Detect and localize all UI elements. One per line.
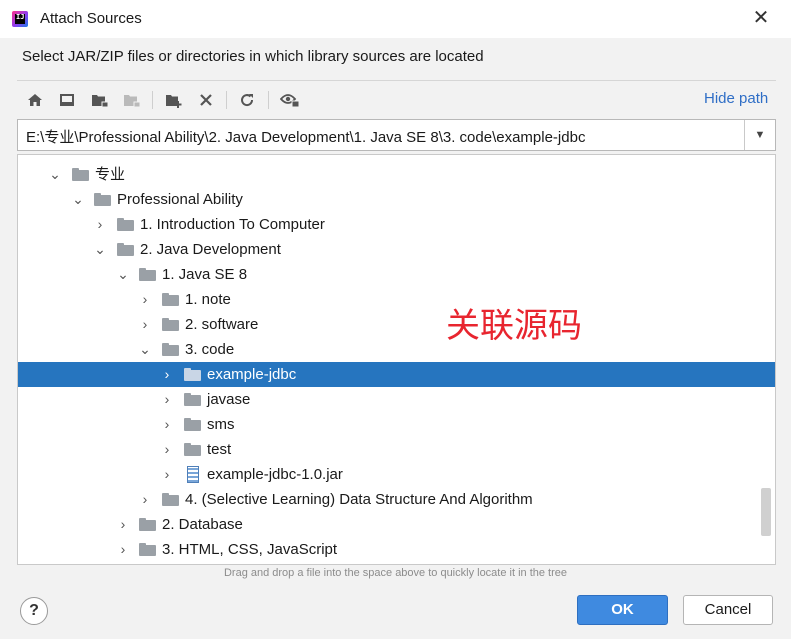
tree-row[interactable]: › 4. (Selective Learning) Data Structure… — [18, 487, 775, 512]
toolbar-divider — [226, 91, 227, 109]
chevron-right-icon[interactable]: › — [137, 487, 153, 512]
tree-row-label: 2. Java Development — [140, 241, 281, 258]
tree-row-label: 专业 — [95, 166, 126, 183]
tree-row-label: 1. Introduction To Computer — [140, 216, 325, 233]
chevron-right-icon[interactable]: › — [159, 437, 175, 462]
folder-icon — [184, 443, 201, 456]
tree-row-label: 3. HTML, CSS, JavaScript — [162, 541, 338, 558]
toolbar-divider — [268, 91, 269, 109]
show-hidden-icon[interactable] — [279, 89, 301, 111]
chevron-down-icon[interactable]: ▼ — [744, 120, 775, 150]
folder-icon — [139, 518, 156, 531]
folder-icon — [162, 318, 179, 331]
refresh-icon[interactable] — [236, 89, 258, 111]
chevron-right-icon[interactable]: › — [115, 537, 131, 562]
project-folder-icon[interactable] — [89, 89, 111, 111]
file-tree[interactable]: ⌄ 专业 ⌄ Professional Ability › 1. Introdu… — [17, 154, 776, 565]
folder-icon — [162, 293, 179, 306]
tree-row-label: 3. code — [185, 341, 235, 358]
new-folder-icon[interactable] — [163, 89, 185, 111]
tree-scroll-edge — [75, 154, 91, 155]
ok-button[interactable]: OK — [577, 595, 668, 625]
folder-icon — [184, 368, 201, 381]
tree-row[interactable]: ⌄ Professional Ability — [18, 187, 775, 212]
hide-path-link[interactable]: Hide path — [704, 90, 768, 107]
chevron-down-icon[interactable]: ⌄ — [137, 337, 153, 362]
toolbar-separator — [17, 80, 776, 81]
tree-row[interactable]: › 3. HTML, CSS, JavaScript — [18, 537, 775, 562]
chevron-right-icon[interactable]: › — [159, 412, 175, 437]
tree-row-label: test — [207, 441, 232, 458]
tree-row[interactable]: › 2. software — [18, 312, 775, 337]
tree-row[interactable]: › javase — [18, 387, 775, 412]
tree-row-label: sms — [207, 416, 235, 433]
help-button[interactable]: ? — [20, 597, 48, 625]
tree-row[interactable]: ⌄ 3. code — [18, 337, 775, 362]
title-bar: IJ Attach Sources ✕ — [0, 0, 791, 38]
drag-drop-hint: Drag and drop a file into the space abov… — [223, 567, 568, 579]
folder-icon — [162, 493, 179, 506]
tree-row[interactable]: › example-jdbc-1.0.jar — [18, 462, 775, 487]
folder-icon — [184, 418, 201, 431]
chevron-down-icon[interactable]: ⌄ — [92, 237, 108, 262]
tree-row-label: example-jdbc — [207, 366, 297, 383]
dialog-description: Select JAR/ZIP files or directories in w… — [22, 48, 484, 65]
tree-row[interactable]: ⌄ 专业 — [18, 162, 775, 187]
close-icon[interactable]: ✕ — [748, 6, 774, 32]
folder-icon — [139, 268, 156, 281]
tree-row[interactable]: ⌄ 1. Java SE 8 — [18, 262, 775, 287]
jar-file-icon — [187, 466, 199, 483]
folder-icon — [94, 193, 111, 206]
desktop-icon[interactable] — [56, 89, 78, 111]
folder-icon — [117, 243, 134, 256]
tree-scrollbar[interactable] — [761, 488, 771, 536]
tree-row-label: 2. Database — [162, 516, 243, 533]
tree-row[interactable]: › 1. Introduction To Computer — [18, 212, 775, 237]
chevron-right-icon[interactable]: › — [159, 462, 175, 487]
tree-row-label: 4. (Selective Learning) Data Structure A… — [185, 491, 533, 508]
toolbar-divider — [152, 91, 153, 109]
chevron-down-icon[interactable]: ⌄ — [47, 162, 63, 187]
chevron-right-icon[interactable]: › — [159, 362, 175, 387]
path-input[interactable]: E:\专业\Professional Ability\2. Java Devel… — [17, 119, 776, 151]
folder-icon — [184, 393, 201, 406]
intellij-app-icon: IJ — [12, 11, 28, 27]
tree-row[interactable]: › sms — [18, 412, 775, 437]
tree-row-label: javase — [207, 391, 251, 408]
tree-row-label: 1. note — [185, 291, 231, 308]
chevron-right-icon[interactable]: › — [137, 312, 153, 337]
tree-row-selected[interactable]: › example-jdbc — [18, 362, 775, 387]
delete-icon[interactable] — [195, 89, 217, 111]
folder-icon — [72, 168, 89, 181]
tree-row-label: 1. Java SE 8 — [162, 266, 248, 283]
folder-icon — [139, 543, 156, 556]
tree-row[interactable]: ⌄ 2. Java Development — [18, 237, 775, 262]
home-icon[interactable] — [24, 89, 46, 111]
chevron-right-icon[interactable]: › — [159, 387, 175, 412]
tree-row-label: 2. software — [185, 316, 259, 333]
tree-row[interactable]: › 1. note — [18, 287, 775, 312]
tree-row-label: Professional Ability — [117, 191, 243, 208]
tree-row-label: example-jdbc-1.0.jar — [207, 466, 343, 483]
window-title: Attach Sources — [40, 10, 142, 27]
module-folder-icon[interactable] — [121, 89, 143, 111]
tree-row[interactable]: › test — [18, 437, 775, 462]
cancel-button[interactable]: Cancel — [683, 595, 773, 625]
chevron-down-icon[interactable]: ⌄ — [70, 187, 86, 212]
folder-icon — [162, 343, 179, 356]
chevron-right-icon[interactable]: › — [115, 512, 131, 537]
chevron-right-icon[interactable]: › — [92, 212, 108, 237]
path-value[interactable]: E:\专业\Professional Ability\2. Java Devel… — [26, 126, 585, 147]
chevron-right-icon[interactable]: › — [137, 287, 153, 312]
annotation-text: 关联源码 — [446, 306, 582, 346]
chevron-down-icon[interactable]: ⌄ — [115, 262, 131, 287]
tree-row[interactable]: › 2. Database — [18, 512, 775, 537]
folder-icon — [117, 218, 134, 231]
